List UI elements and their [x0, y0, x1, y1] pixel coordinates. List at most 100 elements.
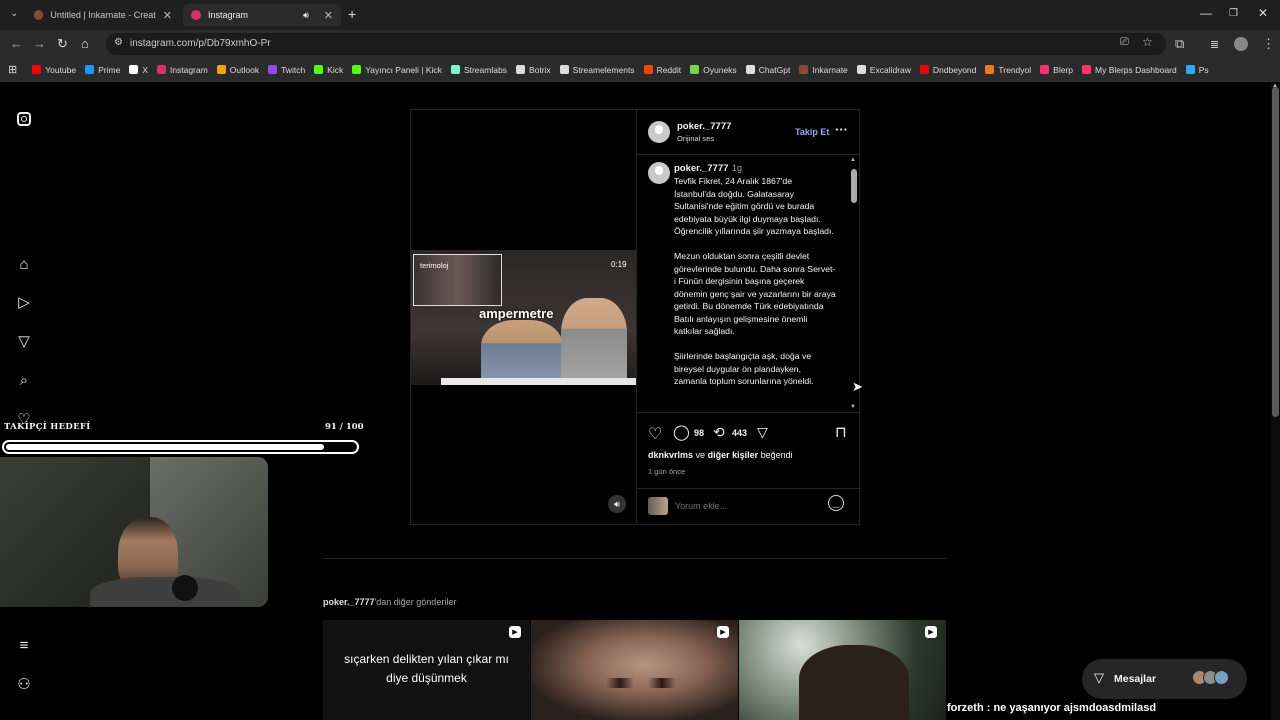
bookmark-label: Prime [98, 64, 121, 75]
tab-inkarnate[interactable]: Untitled | Inkarnate - Create Fa ✕ [26, 4, 180, 26]
bookmark-item[interactable]: Instagram [156, 65, 208, 75]
author-avatar[interactable] [648, 121, 670, 143]
install-app-icon[interactable]: ⎚ [1120, 36, 1129, 49]
page-scrollbar-thumb[interactable] [1272, 87, 1279, 417]
minimize-icon[interactable]: — [1200, 6, 1212, 20]
back-icon[interactable]: ← [10, 36, 23, 51]
comments-scrollbar[interactable]: ▲ ▼ [850, 157, 857, 411]
bookmark-item[interactable]: Kick [314, 65, 343, 75]
bookmark-item[interactable]: Streamelements [559, 64, 635, 75]
more-post-thumb[interactable]: ▶ [739, 620, 946, 720]
messages-button[interactable]: ▽ Mesajlar [1082, 659, 1247, 699]
more-post-thumb[interactable]: ▶ [531, 620, 738, 720]
menu-kebab-icon[interactable]: ⋮ [1262, 36, 1275, 52]
bookmark-item[interactable]: Trendyol [985, 65, 1031, 75]
reels-nav-icon[interactable]: ▷ [15, 293, 33, 311]
close-tab-icon[interactable]: ✕ [324, 9, 333, 22]
streamer-body [90, 577, 240, 607]
reload-icon[interactable]: ↻ [57, 36, 68, 52]
apps-grid-icon[interactable]: ⊞ [8, 63, 17, 76]
bookmark-item[interactable]: X [129, 65, 148, 75]
comment-icon[interactable]: ◯ [673, 423, 690, 441]
bookmark-item[interactable]: Oyuneks [690, 65, 737, 75]
bookmark-favicon-icon [690, 65, 700, 74]
close-window-icon[interactable]: ✕ [1258, 6, 1268, 20]
video-player[interactable]: terimoloj ampermetre 0:19 🔊︎ [411, 110, 636, 524]
home-icon[interactable]: ⌂ [81, 36, 89, 51]
mute-button-icon[interactable]: 🔊︎ [608, 495, 626, 513]
bookmark-star-icon[interactable]: ☆ [1142, 35, 1153, 49]
thumb-person [799, 645, 909, 720]
comment-author-avatar[interactable] [648, 162, 670, 184]
video-frame[interactable]: terimoloj ampermetre 0:19 [411, 250, 636, 385]
bookmark-label: ChatGpt [758, 64, 791, 75]
like-heart-icon[interactable]: ♡ [648, 424, 662, 444]
more-posts-user[interactable]: poker._7777 [323, 597, 375, 607]
url-text: instagram.com/p/Db79xmhO-Pr [130, 38, 271, 49]
tab-title: Untitled | Inkarnate - Create Fa [50, 10, 156, 20]
bookmark-item[interactable]: Twitch [268, 65, 305, 75]
bookmark-item[interactable]: Botrix [515, 65, 551, 75]
home-nav-icon[interactable]: ⌂ [15, 255, 33, 273]
save-bookmark-icon[interactable]: ⊓ [835, 423, 847, 441]
address-bar[interactable]: ⚙ instagram.com/p/Db79xmhO-Pr ⎚ ☆ [106, 33, 1166, 55]
liked-by-user[interactable]: dknkvrlms [648, 450, 693, 460]
messages-nav-icon[interactable]: ▽ [15, 332, 33, 350]
audio-label[interactable]: Orijinal ses [677, 134, 714, 143]
speaker-icon[interactable]: 🔊︎ [303, 10, 309, 21]
bookmark-item[interactable]: Outlook [216, 65, 259, 75]
tab-search-icon[interactable]: ≣ [1210, 38, 1219, 51]
scroll-thumb[interactable] [851, 169, 857, 203]
caption-paragraph: Şiirlerinde başlangıçta aşk, doğa ve bir… [674, 351, 814, 386]
instagram-logo-icon[interactable] [15, 110, 33, 128]
also-from-meta-icon[interactable]: ⚇ [15, 675, 33, 693]
new-tab-icon[interactable]: + [348, 6, 356, 22]
bookmark-favicon-icon [450, 65, 460, 74]
comment-input[interactable] [675, 497, 815, 515]
bookmark-item[interactable]: My Blerps Dashboard [1082, 65, 1177, 75]
bookmark-item[interactable]: Yayıncı Paneli | Kick [352, 65, 442, 75]
browser-toolbar: ← → ↻ ⌂ ⚙ instagram.com/p/Db79xmhO-Pr ⎚ … [0, 30, 1280, 58]
share-send-icon[interactable]: ▽ [757, 424, 768, 441]
comments-count: 98 [694, 428, 705, 438]
bookmark-label: Streamelements [572, 64, 635, 75]
profile-avatar[interactable] [1234, 37, 1248, 51]
author-username[interactable]: poker._7777 [677, 121, 731, 132]
bookmark-favicon-icon [559, 65, 569, 74]
bookmark-item[interactable]: Youtube [32, 65, 76, 75]
comment-author[interactable]: poker._7777 [674, 163, 728, 174]
forward-icon[interactable]: → [33, 36, 46, 51]
close-tab-icon[interactable]: ✕ [163, 9, 172, 22]
more-menu-icon[interactable]: ≡ [15, 636, 33, 654]
bookmark-favicon-icon [1185, 65, 1195, 74]
bookmark-favicon-icon [985, 65, 995, 74]
bookmark-label: My Blerps Dashboard [1095, 64, 1177, 75]
search-nav-icon[interactable]: ⌕ [15, 371, 33, 389]
emoji-picker-icon[interactable]: ‿ [828, 495, 844, 511]
scroll-up-icon[interactable]: ▲ [850, 157, 856, 163]
bookmark-item[interactable]: Streamlabs [450, 65, 507, 75]
bookmark-favicon-icon [352, 65, 362, 74]
more-post-thumb[interactable]: sıçarken delikten yılan çıkar mı diye dü… [323, 620, 530, 720]
bookmark-favicon-icon [799, 65, 809, 74]
repost-icon[interactable]: ⟲ [713, 424, 725, 441]
tab-list-icon[interactable]: ⌄ [10, 8, 18, 19]
more-options-icon[interactable]: ··· [835, 122, 848, 137]
tab-instagram[interactable]: Instagram 🔊︎ ✕ [183, 4, 341, 26]
extensions-icon[interactable]: ⧉ [1175, 36, 1184, 52]
bookmark-item[interactable]: Reddit [643, 65, 681, 75]
bookmark-item[interactable]: Excalidraw [856, 65, 911, 75]
scroll-down-icon[interactable]: ▼ [850, 404, 856, 410]
liked-by-others[interactable]: diğer kişiler [708, 450, 759, 460]
bookmark-item[interactable]: Ps [1185, 65, 1209, 75]
bookmark-item[interactable]: Inkarnate [799, 65, 848, 75]
bookmark-item[interactable]: Prime [85, 65, 120, 75]
bookmark-item[interactable]: Blerp [1040, 65, 1073, 75]
follow-button[interactable]: Takip Et [795, 127, 829, 137]
site-info-icon[interactable]: ⚙ [114, 37, 123, 48]
restore-icon[interactable]: ❐ [1229, 8, 1238, 19]
bookmark-item[interactable]: Dndbeyond [919, 65, 976, 75]
video-person-right [561, 298, 627, 385]
comment-age: 1g [732, 163, 743, 173]
bookmark-item[interactable]: ChatGpt [745, 64, 791, 75]
